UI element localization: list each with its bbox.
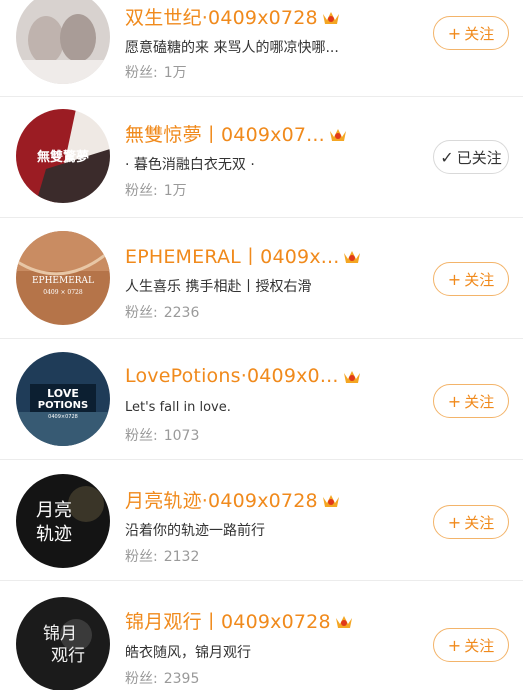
follow-button-label: 关注 — [464, 24, 495, 43]
check-icon: ✓ — [440, 147, 454, 167]
avatar[interactable]: 锦月 观行 — [16, 597, 110, 690]
avatar[interactable]: LOVE POTIONS 0409×0728 — [16, 352, 110, 446]
list-item[interactable]: LOVE POTIONS 0409×0728 LovePotions·0409x… — [0, 339, 523, 460]
avatar[interactable]: 月亮 轨迹 — [16, 474, 110, 568]
fans-label: 粉丝: — [125, 428, 158, 444]
bio: 皓衣随风，锦月观行 — [125, 645, 251, 661]
avatar-text: EPHEMERAL — [32, 276, 94, 286]
fans-value: 1万 — [163, 183, 187, 199]
follow-button[interactable]: + 关注 — [433, 262, 509, 296]
plus-icon: + — [447, 635, 462, 655]
vip-badge-icon — [335, 615, 352, 628]
username[interactable]: EPHEMERAL丨0409x... — [125, 242, 339, 269]
fans-label: 粉丝: — [125, 305, 158, 321]
follow-button-label: 关注 — [464, 392, 495, 411]
fans-label: 粉丝: — [125, 183, 158, 199]
avatar-text: 月亮 — [36, 500, 72, 521]
avatar[interactable]: EPHEMERAL 0409 × 0728 — [16, 231, 110, 325]
follow-button[interactable]: + 关注 — [433, 16, 509, 50]
fans-value: 2236 — [163, 305, 200, 321]
vip-badge-icon — [344, 250, 361, 263]
list-item[interactable]: 月亮 轨迹 月亮轨迹·0409x0728 沿着你的轨迹一路前行 粉丝: 2132 … — [0, 460, 523, 581]
fans-label: 粉丝: — [125, 671, 158, 687]
fans-value: 2132 — [163, 549, 200, 565]
fans-value: 1万 — [163, 65, 187, 81]
username[interactable]: 锦月观行丨0409x0728 — [125, 607, 331, 634]
bio: 沿着你的轨迹一路前行 — [125, 523, 265, 539]
follow-button[interactable]: + 关注 — [433, 384, 509, 418]
followed-button[interactable]: ✓ 已关注 — [433, 140, 509, 174]
fans-count: 粉丝: 1万 — [125, 62, 187, 82]
username[interactable]: 月亮轨迹·0409x0728 — [125, 486, 318, 513]
fans-count: 粉丝: 2395 — [125, 668, 199, 688]
bio: Let's fall in love. — [125, 400, 231, 415]
bio: · 暮色消融白衣无双 · — [125, 157, 255, 173]
fans-count: 粉丝: 1万 — [125, 180, 187, 200]
fans-value: 2395 — [163, 671, 200, 687]
avatar-text-2: 轨迹 — [36, 524, 72, 545]
vip-badge-icon — [322, 494, 339, 507]
vip-badge-icon — [329, 128, 346, 141]
bio: 愿意磕糖的来 来骂人的哪凉快哪... — [125, 40, 339, 56]
avatar-subtext: 0409×0728 — [48, 414, 78, 420]
list-item[interactable]: 無雙驚夢 無雙惊夢丨0409x07... · 暮色消融白衣无双 · 粉丝: 1万 … — [0, 97, 523, 218]
plus-icon: + — [447, 269, 462, 289]
follow-button-label: 关注 — [464, 270, 495, 289]
followed-button-label: 已关注 — [456, 148, 502, 167]
plus-icon: + — [447, 23, 462, 43]
follow-button[interactable]: + 关注 — [433, 628, 509, 662]
follow-button[interactable]: + 关注 — [433, 505, 509, 539]
vip-badge-icon — [322, 11, 339, 24]
plus-icon: + — [447, 512, 462, 532]
list-item[interactable]: 锦月 观行 锦月观行丨0409x0728 皓衣随风，锦月观行 粉丝: 2395 +… — [0, 581, 523, 690]
list-item[interactable]: EPHEMERAL 0409 × 0728 EPHEMERAL丨0409x...… — [0, 218, 523, 339]
follow-button-label: 关注 — [464, 513, 495, 532]
bio: 人生喜乐 携手相赴丨授权右滑 — [125, 279, 312, 295]
fans-count: 粉丝: 2236 — [125, 302, 199, 322]
list-item[interactable]: 双生世纪·0409x0728 愿意磕糖的来 来骂人的哪凉快哪... 粉丝: 1万 … — [0, 0, 523, 97]
fans-value: 1073 — [163, 428, 200, 444]
avatar-text: 锦月 — [43, 624, 77, 644]
fans-label: 粉丝: — [125, 65, 158, 81]
fan-list: 双生世纪·0409x0728 愿意磕糖的来 来骂人的哪凉快哪... 粉丝: 1万 … — [0, 0, 523, 690]
plus-icon: + — [447, 391, 462, 411]
avatar[interactable] — [16, 0, 110, 84]
avatar-text: 無雙驚夢 — [37, 149, 89, 165]
username[interactable]: 無雙惊夢丨0409x07... — [125, 120, 325, 147]
avatar-text: LOVE — [47, 387, 79, 400]
fans-count: 粉丝: 2132 — [125, 546, 199, 566]
username[interactable]: 双生世纪·0409x0728 — [125, 3, 318, 30]
fans-label: 粉丝: — [125, 549, 158, 565]
avatar-text-2: 观行 — [51, 646, 85, 666]
follow-button-label: 关注 — [464, 636, 495, 655]
vip-badge-icon — [343, 371, 360, 383]
avatar-subtext: 0409 × 0728 — [43, 289, 83, 296]
username[interactable]: LovePotions·0409x0... — [125, 365, 339, 387]
avatar[interactable]: 無雙驚夢 — [16, 109, 110, 203]
avatar-text-2: POTIONS — [38, 400, 88, 411]
fans-count: 粉丝: 1073 — [125, 425, 199, 445]
